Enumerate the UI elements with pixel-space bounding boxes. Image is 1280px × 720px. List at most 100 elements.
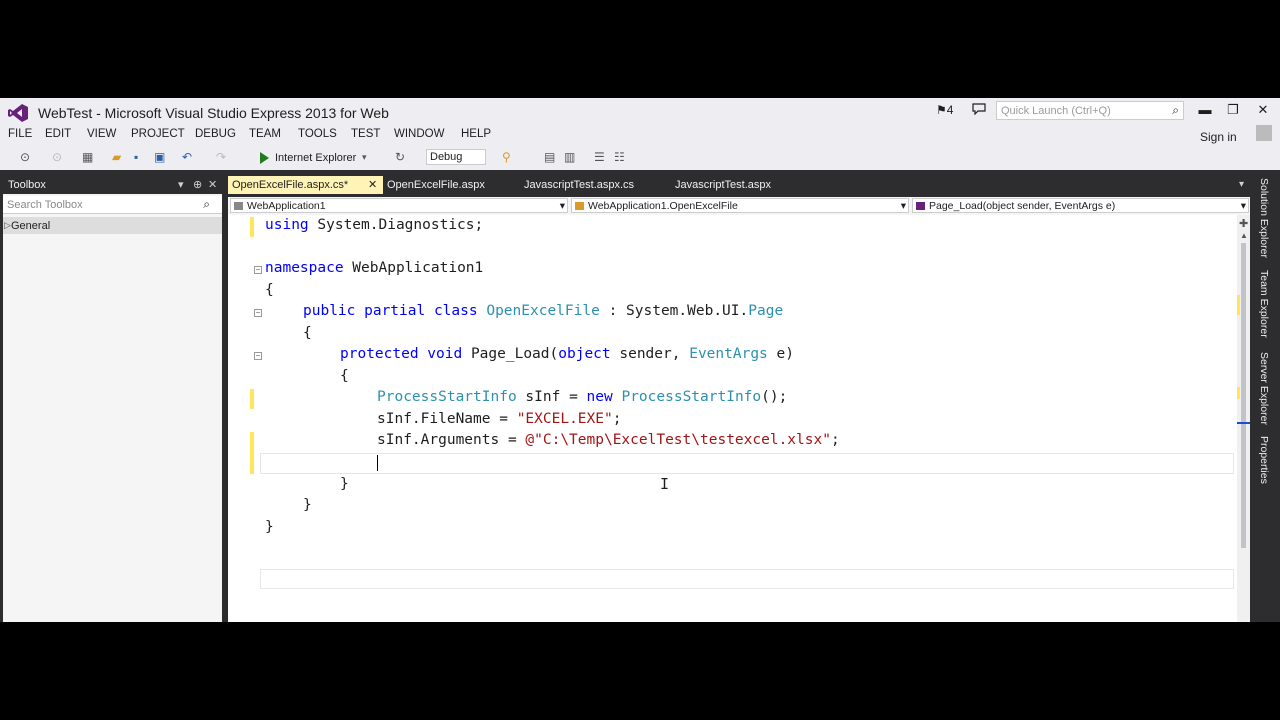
code-text-span: {	[340, 368, 349, 384]
quick-launch-input[interactable]: Quick Launch (Ctrl+Q) ⌕	[996, 101, 1184, 120]
toggle-icon[interactable]: ▤	[544, 150, 555, 164]
editor-scrollbar[interactable]: ✚ ▲	[1237, 215, 1250, 622]
start-debugging-icon[interactable]	[260, 152, 269, 164]
split-icon[interactable]: ✚	[1239, 217, 1248, 230]
code-line: ProcessStartInfo sInf = new ProcessStart…	[377, 387, 787, 408]
code-text-span: e)	[767, 346, 794, 362]
feedback-icon[interactable]	[972, 103, 986, 115]
keyword: using	[265, 217, 309, 233]
browser-selector[interactable]: Internet Explorer	[275, 152, 356, 164]
menu-debug[interactable]: DEBUG	[195, 128, 236, 140]
code-text-span: }	[340, 476, 349, 492]
minimize-button[interactable]: ▬	[1196, 102, 1214, 120]
tab-label: OpenExcelFile.aspx	[387, 179, 485, 191]
menu-window[interactable]: WINDOW	[394, 128, 444, 140]
undo-icon[interactable]: ↶	[182, 150, 192, 164]
toolbox-title: Toolbox	[8, 179, 46, 191]
toolbox-group-general[interactable]: General ▷	[3, 217, 222, 234]
scrollbar-thumb[interactable]	[1241, 243, 1246, 548]
toolbox-panel: Toolbox ▾ ⊕ ✕ Search Toolbox ⌕ General ▷	[3, 176, 222, 622]
menu-help[interactable]: HELP	[461, 128, 491, 140]
chevron-down-icon: ▾	[900, 200, 906, 212]
change-marker	[1237, 295, 1240, 315]
layout-icon[interactable]: ▥	[564, 150, 575, 164]
standard-toolbar: ⊙ ⊙ ▦ ▰ ▪ ▣ ↶ ↷ Internet Explorer ▾ ↻ De…	[0, 146, 1280, 170]
tab-team-explorer[interactable]: Team Explorer	[1258, 270, 1270, 338]
close-icon[interactable]: ✕	[208, 178, 217, 191]
tab-solution-explorer[interactable]: Solution Explorer	[1258, 178, 1270, 258]
document-tabs: OpenExcelFile.aspx.cs* ✕ OpenExcelFile.a…	[228, 176, 1250, 194]
toolbox-search-placeholder: Search Toolbox	[7, 199, 83, 211]
type-name: ProcessStartInfo	[377, 389, 517, 405]
sign-in-link[interactable]: Sign in	[1200, 130, 1237, 144]
save-all-icon[interactable]: ▣	[154, 150, 165, 164]
tab-label: OpenExcelFile.aspx.cs*	[232, 179, 349, 191]
toolbox-search-input[interactable]: Search Toolbox ⌕	[3, 196, 222, 214]
chevron-down-icon[interactable]: ▾	[362, 152, 367, 163]
code-editor[interactable]: − − − using System.Diagnostics; namespac…	[228, 215, 1250, 622]
dropdown-icon[interactable]: ▾	[178, 178, 184, 191]
navigate-forward-icon[interactable]: ⊙	[52, 150, 62, 164]
text-cursor-icon: I	[660, 475, 670, 493]
tab-openexcelfile-cs[interactable]: OpenExcelFile.aspx.cs* ✕	[228, 176, 383, 194]
find-icon[interactable]: ⚲	[502, 150, 511, 164]
notifications-button[interactable]: ⚑4	[936, 103, 953, 117]
tab-list-icon[interactable]: ▾	[1239, 179, 1244, 190]
menu-tools[interactable]: TOOLS	[298, 128, 337, 140]
window-title: WebTest - Microsoft Visual Studio Expres…	[38, 105, 389, 121]
type-name: Page	[748, 303, 784, 319]
tab-javascripttest-cs[interactable]: JavascriptTest.aspx.cs	[520, 176, 670, 194]
close-icon[interactable]: ✕	[368, 178, 377, 191]
tab-javascripttest-aspx[interactable]: JavascriptTest.aspx	[671, 176, 811, 194]
tab-properties[interactable]: Properties	[1258, 436, 1270, 484]
menu-bar: FILE EDIT VIEW PROJECT DEBUG TEAM TOOLS …	[0, 126, 1280, 146]
visual-studio-window: WebTest - Microsoft Visual Studio Expres…	[0, 98, 1280, 622]
close-button[interactable]: ✕	[1254, 102, 1272, 120]
code-text-span: }	[265, 519, 274, 535]
restore-button[interactable]: ❐	[1224, 102, 1242, 120]
code-line: }	[340, 474, 349, 495]
toolbox-group-label: General	[11, 220, 51, 232]
expand-icon: ▷	[4, 220, 11, 230]
class-dropdown[interactable]: WebApplication1.OpenExcelFile ▾	[571, 198, 909, 213]
type-name: EventArgs	[689, 346, 768, 362]
tab-openexcelfile-aspx[interactable]: OpenExcelFile.aspx	[383, 176, 518, 194]
menu-view[interactable]: VIEW	[87, 128, 116, 140]
code-line: protected void Page_Load(object sender, …	[340, 344, 794, 365]
menu-edit[interactable]: EDIT	[45, 128, 71, 140]
pin-icon[interactable]: ⊕	[193, 178, 202, 191]
tab-label: JavascriptTest.aspx.cs	[524, 179, 635, 191]
current-line-highlight	[260, 569, 1234, 589]
code-text-span: {	[265, 282, 274, 298]
uncomment-icon[interactable]: ☷	[614, 150, 625, 164]
code-line: {	[303, 323, 312, 344]
menu-test[interactable]: TEST	[351, 128, 380, 140]
redo-icon[interactable]: ↷	[216, 150, 226, 164]
quick-launch-placeholder: Quick Launch (Ctrl+Q)	[1001, 105, 1111, 117]
class-icon	[575, 202, 584, 210]
collapse-icon[interactable]: −	[254, 309, 262, 317]
tab-server-explorer[interactable]: Server Explorer	[1258, 352, 1270, 425]
code-text-span: sender,	[610, 346, 690, 362]
member-label: Page_Load(object sender, EventArgs e)	[929, 200, 1116, 212]
navigate-back-icon[interactable]: ⊙	[20, 150, 30, 164]
solution-configuration-select[interactable]: Debug	[426, 149, 486, 165]
collapse-icon[interactable]: −	[254, 266, 262, 274]
menu-team[interactable]: TEAM	[249, 128, 281, 140]
avatar[interactable]	[1256, 125, 1272, 141]
open-file-icon[interactable]: ▰	[112, 150, 121, 164]
keyword: namespace	[265, 260, 344, 276]
new-project-icon[interactable]: ▦	[82, 150, 93, 164]
project-dropdown[interactable]: WebApplication1 ▾	[230, 198, 568, 213]
save-icon[interactable]: ▪	[134, 150, 138, 164]
keyword: protected void	[340, 346, 463, 362]
collapse-icon[interactable]: −	[254, 352, 262, 360]
member-dropdown[interactable]: Page_Load(object sender, EventArgs e) ▾	[912, 198, 1249, 213]
scroll-up-icon[interactable]: ▲	[1240, 231, 1248, 240]
code-line: {	[265, 280, 274, 301]
class-label: WebApplication1.OpenExcelFile	[588, 200, 738, 212]
menu-file[interactable]: FILE	[8, 128, 32, 140]
comment-icon[interactable]: ☰	[594, 150, 605, 164]
refresh-icon[interactable]: ↻	[395, 150, 405, 164]
menu-project[interactable]: PROJECT	[131, 128, 185, 140]
